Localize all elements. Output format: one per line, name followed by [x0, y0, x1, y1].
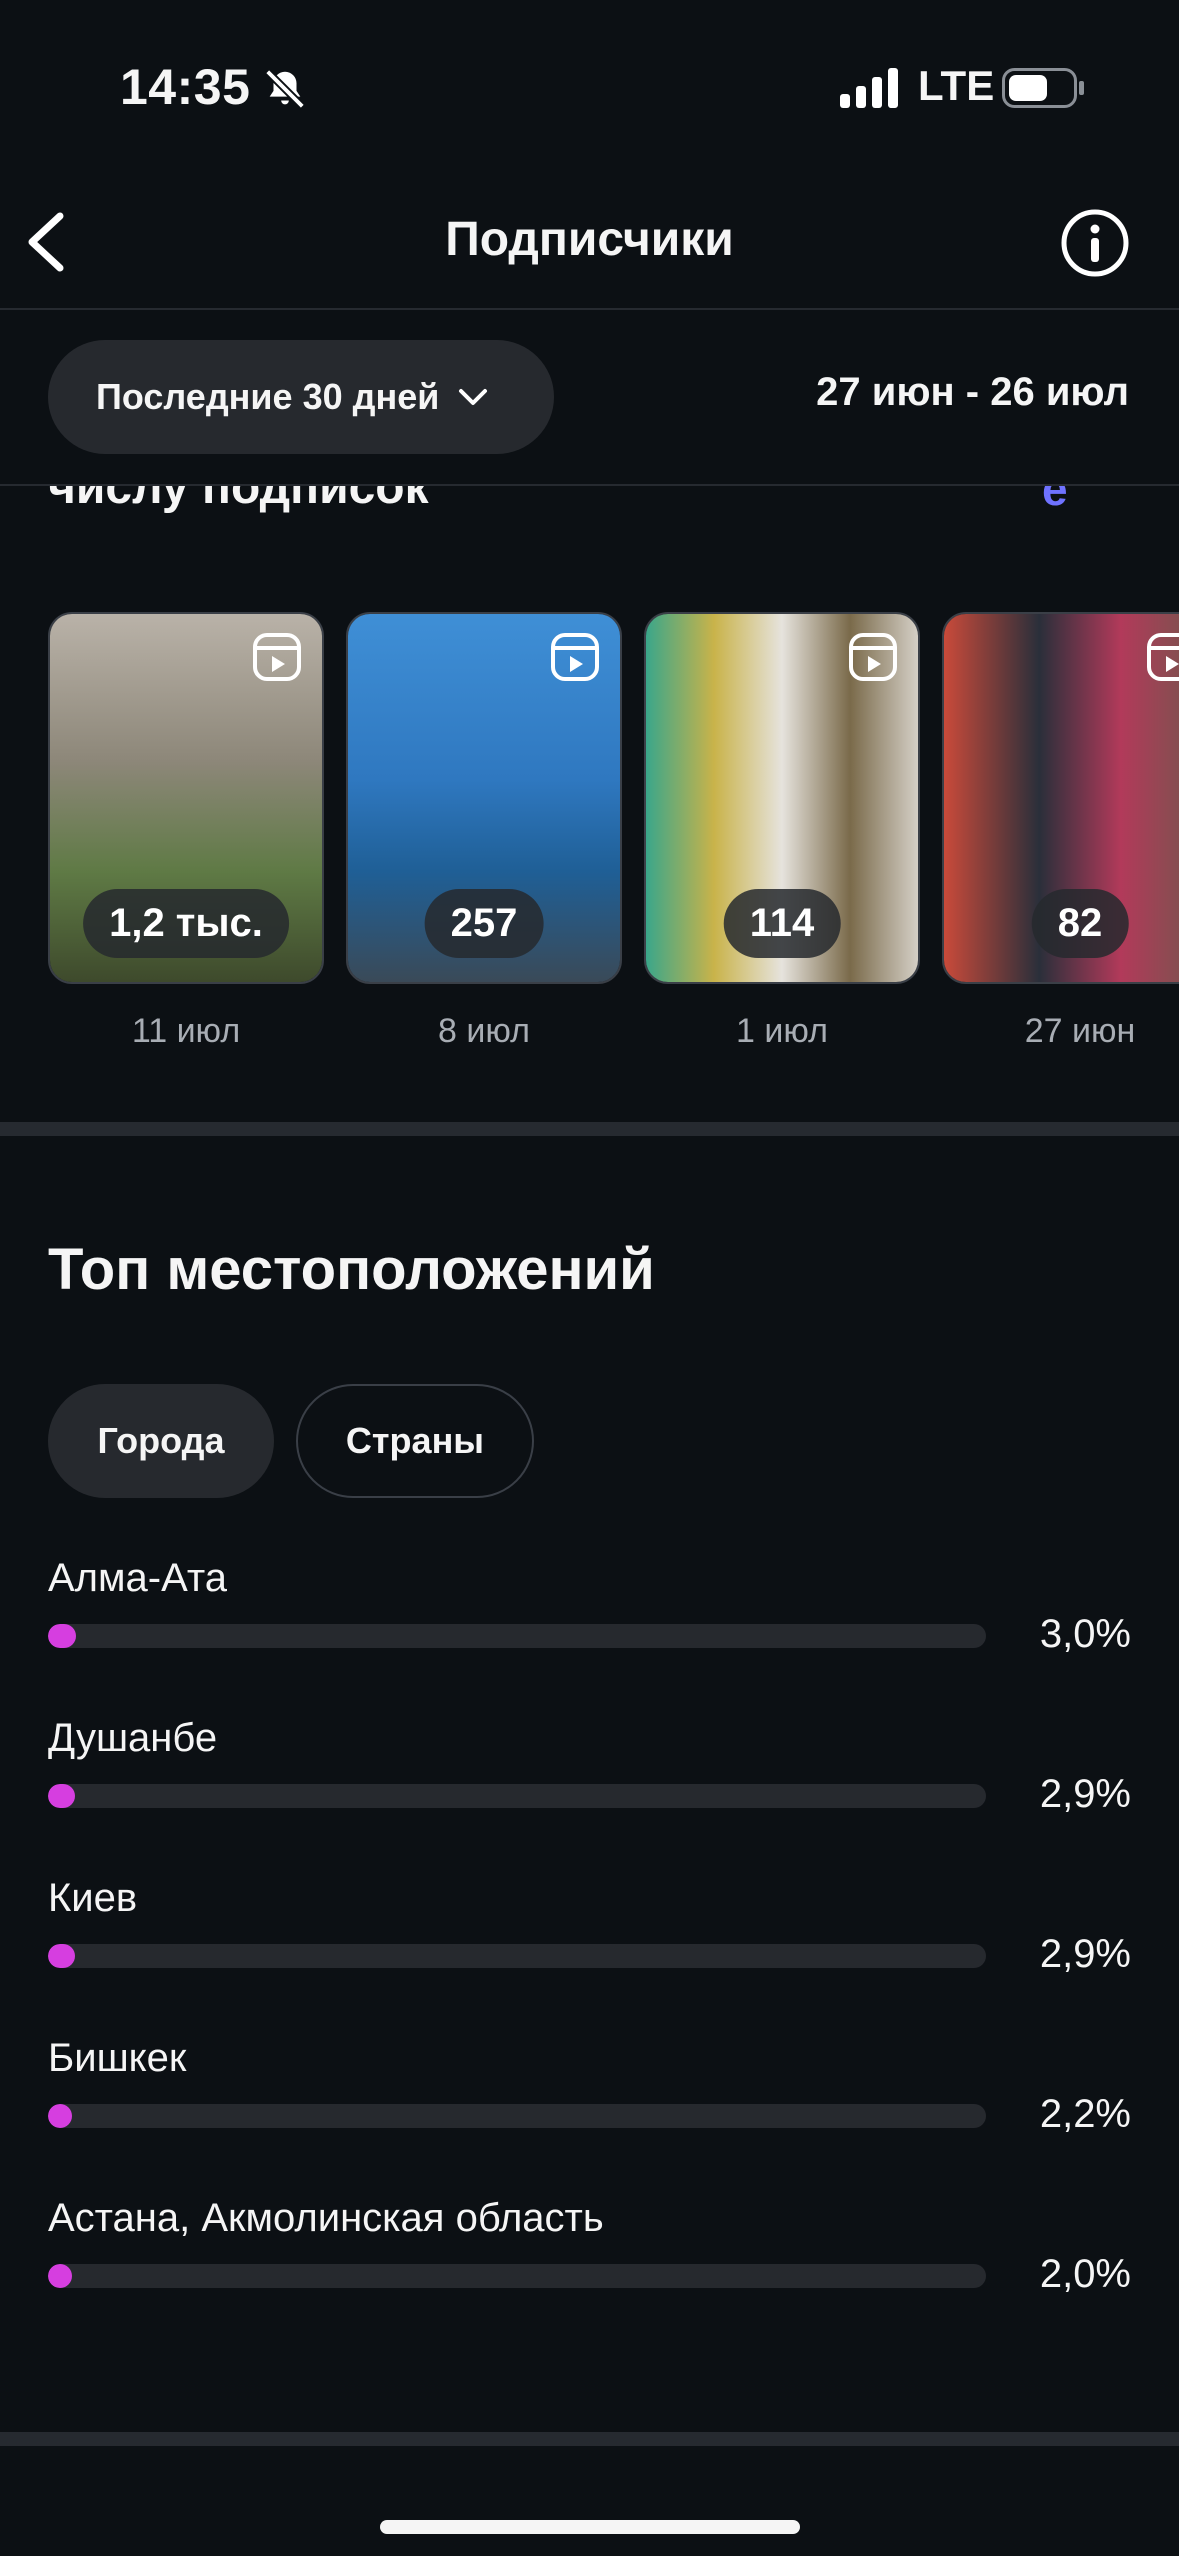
- location-row: Астана, Акмолинская область 2,0%: [48, 2196, 1131, 2356]
- date-range-label: Последние 30 дней: [96, 376, 440, 417]
- reel-date: 1 июл: [736, 1012, 828, 1050]
- info-icon[interactable]: [1060, 208, 1130, 278]
- location-name: Алма-Ата: [48, 1556, 228, 1600]
- signal-icon: [840, 68, 898, 108]
- location-name: Киев: [48, 1876, 138, 1920]
- date-range-dates: 27 июн - 26 июл: [816, 370, 1129, 414]
- locations-title: Топ местоположений: [48, 1237, 655, 1302]
- location-percent: 2,9%: [1039, 1772, 1131, 1816]
- location-name: Астана, Акмолинская область: [48, 2196, 604, 2240]
- reels-carousel[interactable]: 1,2 тыс. 11 июл 257 8 июл 114 1 июл 82 2…: [48, 612, 1179, 1052]
- reels-icon: [1147, 633, 1179, 681]
- location-row: Бишкек 2,2%: [48, 2036, 1131, 2196]
- location-bar-fill: [48, 2104, 72, 2128]
- network-type: LTE: [918, 62, 995, 109]
- reel-date: 11 июл: [131, 1012, 241, 1050]
- reels-icon: [551, 633, 599, 681]
- location-bar-track: [48, 2264, 986, 2288]
- location-bar-track: [48, 1784, 986, 1808]
- see-all-link[interactable]: е: [1042, 486, 1068, 516]
- location-bar-track: [48, 2104, 986, 2128]
- reel-count: 1,2 тыс.: [83, 889, 289, 958]
- partial-section: числу подписок е: [0, 486, 1179, 546]
- chevron-down-icon: [459, 389, 488, 405]
- location-bar-fill: [48, 1624, 77, 1648]
- reel-count: 257: [424, 889, 544, 958]
- location-name: Бишкек: [48, 2036, 187, 2080]
- reel-count: 114: [723, 889, 841, 958]
- location-percent: 2,0%: [1039, 2252, 1131, 2296]
- location-percent: 2,9%: [1039, 1932, 1131, 1976]
- reel-card[interactable]: 82: [942, 612, 1179, 984]
- tab-countries[interactable]: Страны: [296, 1384, 534, 1498]
- reels-icon: [849, 633, 897, 681]
- section-separator: [0, 2432, 1179, 2446]
- date-range-dropdown[interactable]: Последние 30 дней: [48, 340, 554, 454]
- location-bar-fill: [48, 1944, 76, 1968]
- location-row: Душанбе 2,9%: [48, 1716, 1131, 1876]
- section-heading: числу подписок: [48, 486, 429, 514]
- reels-icon: [253, 633, 301, 681]
- location-name: Душанбе: [48, 1716, 218, 1760]
- home-indicator[interactable]: [380, 2520, 800, 2534]
- battery-icon: [1002, 68, 1084, 108]
- bell-muted-icon: [265, 69, 305, 109]
- location-percent: 3,0%: [1039, 1612, 1131, 1656]
- location-bar-fill: [48, 2264, 72, 2288]
- section-separator: [0, 1122, 1179, 1136]
- reel-card[interactable]: 114: [644, 612, 920, 984]
- reel-card[interactable]: 1,2 тыс.: [48, 612, 324, 984]
- page-title: Подписчики: [445, 213, 734, 266]
- reel-date: 8 июл: [438, 1012, 530, 1050]
- location-bar-fill: [48, 1784, 76, 1808]
- tab-cities[interactable]: Города: [48, 1384, 274, 1498]
- reel-count: 82: [1031, 889, 1129, 958]
- reel-date: 27 июн: [1024, 1012, 1136, 1050]
- location-bar-track: [48, 1624, 986, 1648]
- location-percent: 2,2%: [1039, 2092, 1131, 2136]
- location-row: Алма-Ата 3,0%: [48, 1556, 1131, 1716]
- reel-card[interactable]: 257: [346, 612, 622, 984]
- location-row: Киев 2,9%: [48, 1876, 1131, 2036]
- header-divider: [0, 308, 1179, 310]
- status-time: 14:35: [120, 59, 251, 115]
- location-bar-track: [48, 1944, 986, 1968]
